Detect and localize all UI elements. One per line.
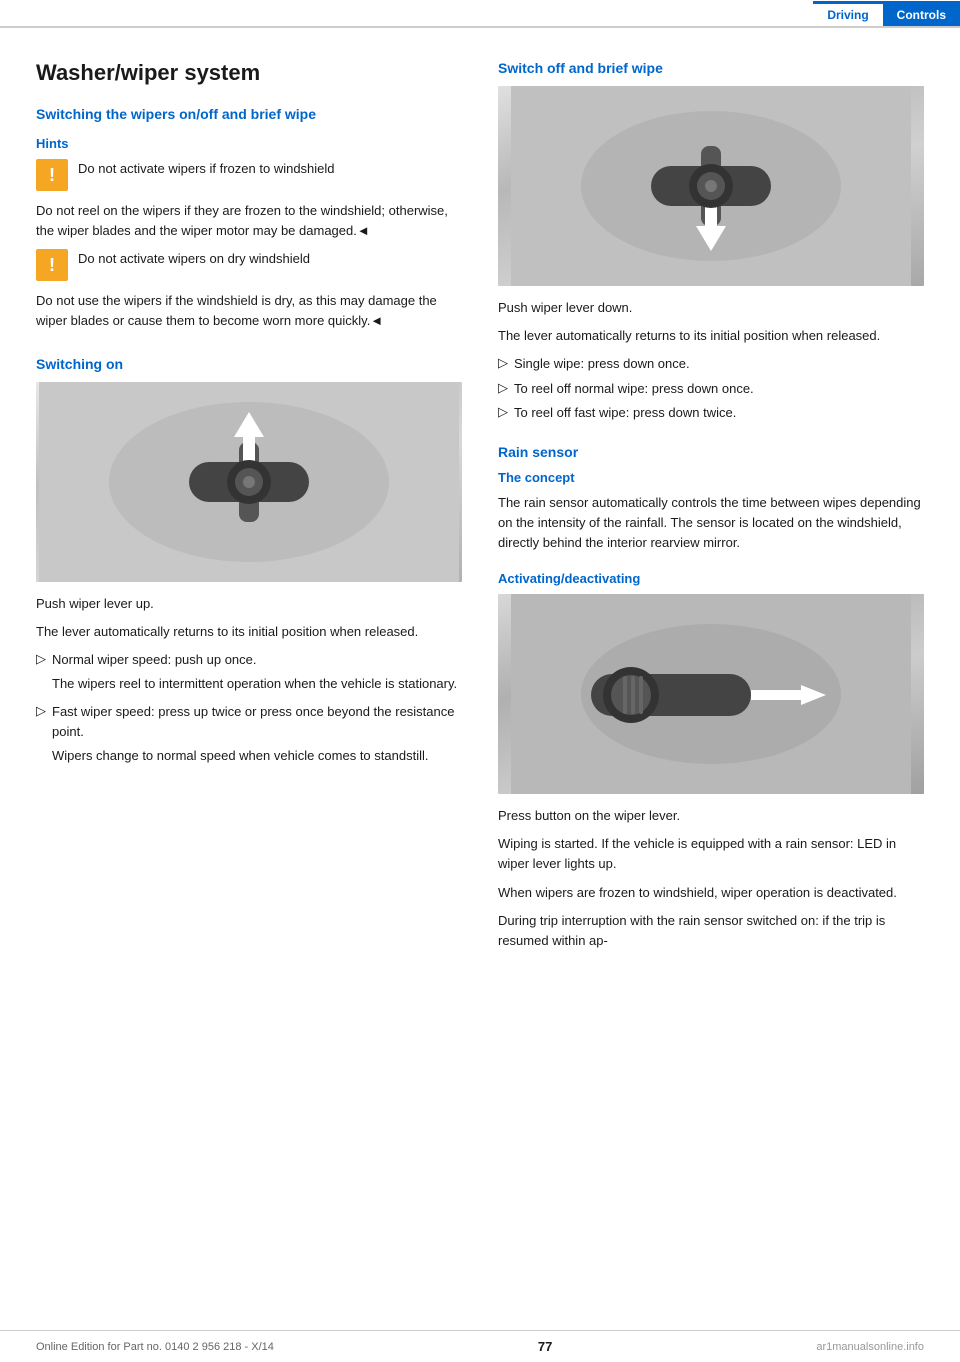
activating-subtitle: Activating/deactivating	[498, 571, 924, 586]
wiping-started-text: Wiping is started. If the vehicle is equ…	[498, 834, 924, 874]
frozen-text: When wipers are frozen to windshield, wi…	[498, 883, 924, 903]
header-controls-label: Controls	[883, 1, 960, 26]
hint-box-2: ! Do not activate wipers on dry windshie…	[36, 249, 462, 281]
switching-on-title: Switching on	[36, 356, 462, 372]
lever-returns-text-right: The lever automatically returns to its i…	[498, 326, 924, 346]
lever-returns-text-left: The lever automatically returns to its i…	[36, 622, 462, 642]
bullet-fast-wipe: ▷ To reel off fast wipe: press down twic…	[498, 403, 924, 423]
footer-page-number: 77	[538, 1339, 552, 1354]
hints-subtitle: Hints	[36, 136, 462, 151]
section-spacer-1	[36, 340, 462, 356]
section-switching-title: Switching the wipers on/off and brief wi…	[36, 106, 462, 122]
concept-body-text: The rain sensor automatically controls t…	[498, 493, 924, 553]
bullet-normal-wipe: ▷ To reel off normal wipe: press down on…	[498, 379, 924, 399]
bullet-arrow-r2: ▷	[498, 380, 508, 396]
page-footer: Online Edition for Part no. 0140 2 956 2…	[0, 1330, 960, 1362]
page-header: Driving Controls	[0, 0, 960, 28]
warning-icon-2: !	[36, 249, 68, 281]
bullet-normal-speed-sub: The wipers reel to intermittent operatio…	[52, 674, 462, 694]
left-column: Washer/wiper system Switching the wipers…	[36, 60, 462, 959]
main-content: Washer/wiper system Switching the wipers…	[0, 28, 960, 999]
bullet-fast-wipe-text: To reel off fast wipe: press down twice.	[514, 403, 736, 423]
bullet-fast-speed: ▷ Fast wiper speed: press up twice or pr…	[36, 702, 462, 741]
bullet-arrow-1: ▷	[36, 651, 46, 667]
trip-interruption-text: During trip interruption with the rain s…	[498, 911, 924, 951]
bullet-arrow-2: ▷	[36, 703, 46, 719]
footer-edition-text: Online Edition for Part no. 0140 2 956 2…	[36, 1341, 274, 1353]
hint2-body: Do not use the wipers if the windshield …	[36, 291, 462, 331]
concept-subtitle: The concept	[498, 470, 924, 485]
bullet-arrow-r1: ▷	[498, 355, 508, 371]
rain-sensor-title: Rain sensor	[498, 444, 924, 460]
hint1-body: Do not reel on the wipers if they are fr…	[36, 201, 462, 241]
page-title: Washer/wiper system	[36, 60, 462, 86]
bullet-single-wipe-text: Single wipe: press down once.	[514, 354, 690, 374]
section-spacer-2	[498, 428, 924, 444]
right-column: Switch off and brief wipe Push wiper lev…	[498, 60, 924, 959]
switching-section-title: Switching the wipers on/off and brief wi…	[36, 106, 462, 122]
switch-off-image	[498, 86, 924, 286]
switch-off-title: Switch off and brief wipe	[498, 60, 924, 76]
switching-on-image	[36, 382, 462, 582]
press-button-text: Press button on the wiper lever.	[498, 806, 924, 826]
bullet-normal-wipe-text: To reel off normal wipe: press down once…	[514, 379, 754, 399]
bullet-fast-speed-text: Fast wiper speed: press up twice or pres…	[52, 702, 462, 741]
bullet-arrow-r3: ▷	[498, 404, 508, 420]
hint1-text: Do not activate wipers if frozen to wind…	[78, 159, 462, 179]
hint2-text: Do not activate wipers on dry windshield	[78, 249, 462, 269]
bullet-normal-speed: ▷ Normal wiper speed: push up once.	[36, 650, 462, 670]
bullet-normal-speed-text: Normal wiper speed: push up once.	[52, 650, 257, 670]
warning-icon-1: !	[36, 159, 68, 191]
footer-watermark: ar1manualsonline.info	[816, 1341, 924, 1353]
bullet-fast-speed-sub: Wipers change to normal speed when vehic…	[52, 746, 462, 766]
hint-box-1: ! Do not activate wipers if frozen to wi…	[36, 159, 462, 191]
push-lever-up-text: Push wiper lever up.	[36, 594, 462, 614]
rain-sensor-image	[498, 594, 924, 794]
section-spacer-3	[498, 561, 924, 571]
header-driving-label: Driving	[813, 1, 882, 26]
push-lever-down-text: Push wiper lever down.	[498, 298, 924, 318]
bullet-single-wipe: ▷ Single wipe: press down once.	[498, 354, 924, 374]
